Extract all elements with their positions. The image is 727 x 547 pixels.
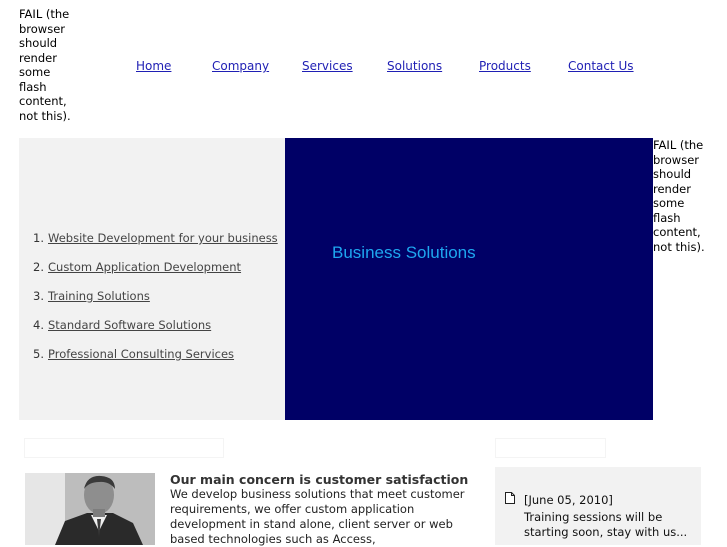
flash-fallback-text-top: FAIL (the browser should render some fla… [19, 7, 71, 123]
news-panel: [June 05, 2010] Training sessions will b… [495, 467, 701, 545]
nav-services-link[interactable]: Services [302, 59, 353, 73]
businessman-photo [25, 473, 155, 545]
services-menu-panel: 1. Website Development for your business … [19, 138, 285, 420]
nav-products-link[interactable]: Products [479, 59, 531, 73]
about-section: Our main concern is customer satisfactio… [170, 472, 470, 547]
list-number: 1. [33, 231, 44, 245]
banner-title: Business Solutions [332, 243, 476, 262]
service-link-custom-application[interactable]: Custom Application Development [48, 260, 241, 274]
services-list-item: 1. Website Development for your business [33, 231, 278, 260]
nav-contact-link[interactable]: Contact Us [568, 59, 634, 73]
businessman-photo-graphic [25, 473, 155, 545]
section-heading-bar-left [25, 439, 223, 457]
nav-company-link[interactable]: Company [212, 59, 269, 73]
services-list-item: 3. Training Solutions [33, 289, 278, 318]
flash-fallback-text-right: FAIL (the browser should render some fla… [653, 138, 705, 254]
news-text: Training sessions will be starting soon,… [524, 510, 688, 539]
nav-home-link[interactable]: Home [136, 59, 171, 73]
list-number: 4. [33, 318, 44, 332]
about-text: We develop business solutions that meet … [170, 487, 465, 546]
news-date: [June 05, 2010] [524, 493, 613, 507]
business-solutions-banner: Business Solutions [285, 138, 653, 420]
list-number: 2. [33, 260, 44, 274]
services-list-item: 5. Professional Consulting Services [33, 347, 278, 376]
list-number: 5. [33, 347, 44, 361]
section-heading-bar-right [496, 439, 605, 457]
services-list-item: 2. Custom Application Development [33, 260, 278, 289]
about-title: Our main concern is customer satisfactio… [170, 472, 469, 487]
list-number: 3. [33, 289, 44, 303]
document-icon [505, 492, 515, 504]
services-list: 1. Website Development for your business … [33, 231, 278, 376]
service-link-consulting[interactable]: Professional Consulting Services [48, 347, 234, 361]
service-link-standard-software[interactable]: Standard Software Solutions [48, 318, 211, 332]
service-link-website-development[interactable]: Website Development for your business [48, 231, 278, 245]
services-list-item: 4. Standard Software Solutions [33, 318, 278, 347]
nav-solutions-link[interactable]: Solutions [387, 59, 442, 73]
service-link-training[interactable]: Training Solutions [48, 289, 150, 303]
